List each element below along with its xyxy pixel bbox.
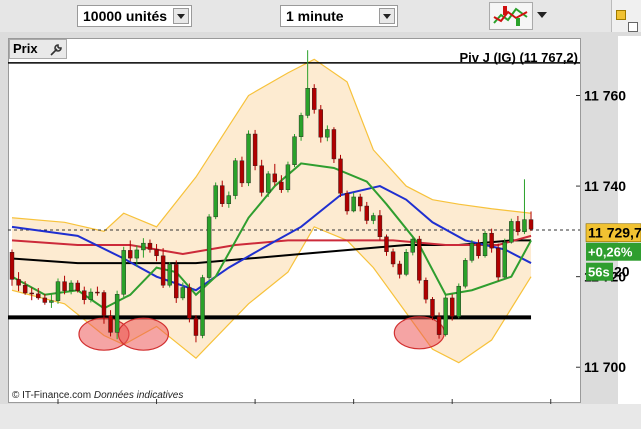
candle-body: [417, 238, 422, 281]
pivot-label: Piv J (IG) (11 767,2): [459, 50, 578, 65]
candle-body: [49, 300, 54, 303]
candle-body: [397, 263, 402, 275]
candle-body: [456, 285, 461, 317]
candle-body: [423, 280, 429, 300]
candle-body: [200, 277, 205, 336]
wrench-icon[interactable]: [49, 43, 63, 62]
candle-body: [22, 285, 28, 294]
candle-body: [252, 133, 258, 166]
candle-body: [318, 109, 323, 138]
candle-body: [430, 299, 435, 317]
y-tick-label: 11 760: [584, 88, 626, 104]
credit-source: © IT-Finance.com: [12, 390, 92, 401]
candle-body: [88, 291, 94, 300]
candle-body: [36, 293, 41, 299]
candle-body: [128, 250, 133, 259]
candle-body: [259, 165, 264, 193]
price-panel-label: Prix: [13, 41, 38, 56]
candle-body: [344, 193, 350, 212]
last-price-text: 11 729,7: [588, 225, 641, 241]
candle-body: [469, 242, 475, 261]
candle-body: [68, 282, 74, 291]
candle-body: [495, 247, 501, 278]
candle-body: [75, 282, 80, 291]
candle-body: [213, 185, 218, 218]
candle-body: [502, 242, 507, 278]
candle-body: [351, 196, 356, 212]
candle-body: [331, 129, 337, 160]
candle-body: [476, 242, 481, 257]
candle-body: [390, 251, 396, 265]
partial-tick-label: 20: [614, 264, 630, 280]
candle-body: [193, 318, 199, 336]
candle-body: [482, 232, 488, 257]
time-axis-bar: [0, 404, 641, 429]
price-panel-button[interactable]: Prix: [9, 39, 67, 59]
candle-body: [443, 297, 448, 335]
candle-body: [292, 136, 297, 165]
candle-body: [226, 195, 232, 204]
change-text: +0,26%: [588, 245, 633, 260]
candle-body: [220, 185, 225, 204]
candle-body: [305, 88, 310, 116]
candle-body: [108, 315, 113, 333]
candle-body: [29, 292, 34, 295]
candle-body: [101, 292, 107, 316]
candle-body: [325, 129, 330, 138]
candle-body: [436, 316, 442, 335]
y-tick-label: 11 700: [584, 359, 626, 375]
candle-body: [410, 238, 415, 253]
candle-body: [62, 281, 67, 291]
highlight-circle: [393, 316, 445, 350]
candle-body: [174, 264, 179, 299]
y-tick-label: 11 740: [584, 178, 626, 194]
candle-body: [160, 255, 166, 286]
candle-body: [522, 219, 527, 233]
candle-body: [358, 196, 363, 207]
candle-body: [114, 294, 120, 333]
candle-body: [463, 260, 468, 287]
candle-body: [55, 281, 61, 301]
candle-body: [16, 279, 21, 286]
candle-body: [154, 249, 159, 257]
candle-body: [515, 221, 521, 233]
candle-body: [285, 164, 291, 190]
candle-body: [489, 232, 494, 249]
candle-body: [95, 291, 100, 294]
candle-body: [298, 115, 304, 137]
candle-body: [338, 158, 343, 194]
candle-body: [82, 290, 87, 300]
candle-body: [239, 160, 245, 184]
candle-body: [528, 219, 534, 230]
candle-body: [279, 181, 284, 190]
candle-body: [121, 250, 126, 295]
credit-note: Données indicatives: [93, 390, 184, 401]
candle-body: [404, 251, 409, 275]
candle-body: [141, 242, 146, 251]
candle-body: [42, 297, 48, 303]
candle-body: [187, 287, 192, 319]
candle-body: [206, 216, 212, 278]
highlight-circle: [117, 317, 169, 351]
candle-body: [233, 160, 238, 196]
candle-body: [377, 215, 383, 238]
candle-body: [246, 133, 251, 184]
candle-body: [9, 251, 15, 280]
data-credit: © IT-Finance.com Données indicatives: [12, 390, 183, 401]
candle-body: [509, 221, 514, 243]
candle-body: [167, 264, 172, 286]
candle-body: [266, 173, 271, 193]
candle-body: [364, 205, 369, 221]
candle-body: [371, 215, 376, 221]
candle-body: [180, 287, 186, 299]
countdown-text: 56s: [588, 265, 610, 280]
candle-body: [384, 236, 389, 252]
candle-body: [134, 249, 140, 259]
candle-body: [449, 297, 455, 317]
candle-body: [147, 242, 153, 250]
candle-body: [272, 173, 277, 183]
candle-body: [312, 88, 317, 110]
